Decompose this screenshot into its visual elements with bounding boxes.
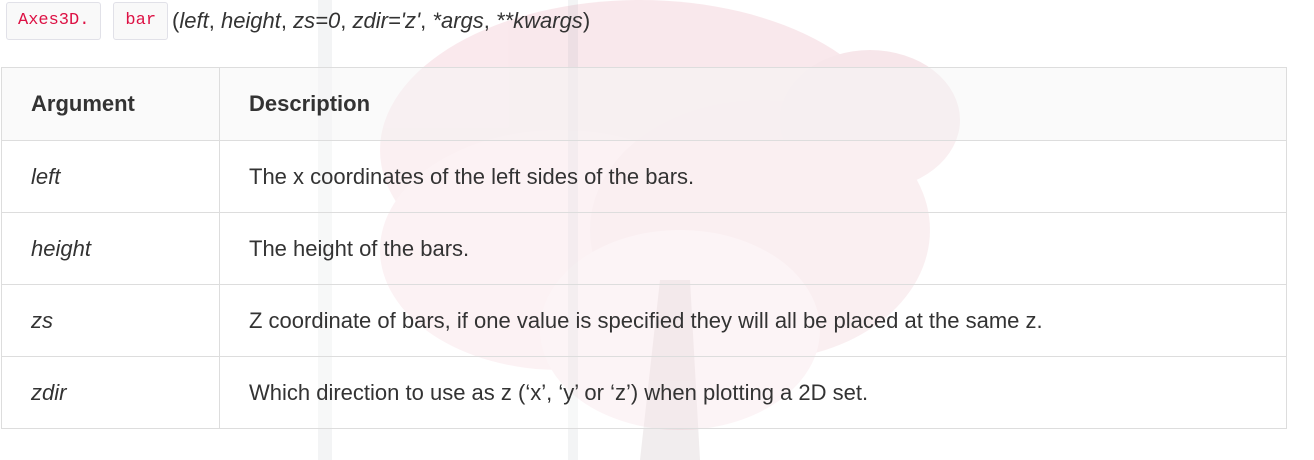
param-height: height	[220, 8, 281, 33]
table-row: zdir Which direction to use as z (‘x’, ‘…	[1, 356, 1287, 429]
table-row: height The height of the bars.	[1, 212, 1287, 285]
argument-cell: height	[1, 212, 220, 285]
param-left: left	[179, 8, 209, 33]
header-description: Description	[219, 67, 1287, 141]
param-separator: ,	[340, 8, 353, 33]
param-separator: ,	[208, 8, 221, 33]
table-header-row: Argument Description	[1, 67, 1287, 141]
argument-cell: zdir	[1, 356, 220, 429]
param-separator: ,	[420, 8, 433, 33]
header-argument: Argument	[1, 67, 220, 141]
table-row: zs Z coordinate of bars, if one value is…	[1, 284, 1287, 357]
description-cell: Which direction to use as z (‘x’, ‘y’ or…	[219, 356, 1287, 429]
close-paren: )	[582, 8, 591, 33]
param-separator: ,	[280, 8, 294, 33]
description-cell: Z coordinate of bars, if one value is sp…	[219, 284, 1287, 357]
param-separator: ,	[483, 8, 496, 33]
description-cell: The x coordinates of the left sides of t…	[219, 140, 1287, 213]
param-zs: zs=0	[293, 8, 341, 33]
class-name-chip: Axes3D.	[6, 2, 102, 40]
method-name-chip: bar	[113, 2, 169, 40]
argument-cell: left	[1, 140, 220, 213]
function-signature: Axes3D. bar (left, height, zs=0, zdir='z…	[6, 0, 590, 42]
param-kwargs: **kwargs	[496, 8, 583, 33]
param-args: *args	[432, 8, 484, 33]
table-row: left The x coordinates of the left sides…	[1, 140, 1287, 213]
arguments-table: Argument Description left The x coordina…	[1, 67, 1287, 429]
description-cell: The height of the bars.	[219, 212, 1287, 285]
argument-cell: zs	[1, 284, 220, 357]
signature-params: (left, height, zs=0, zdir='z', *args, **…	[172, 9, 590, 33]
param-zdir: zdir='z'	[352, 8, 421, 33]
